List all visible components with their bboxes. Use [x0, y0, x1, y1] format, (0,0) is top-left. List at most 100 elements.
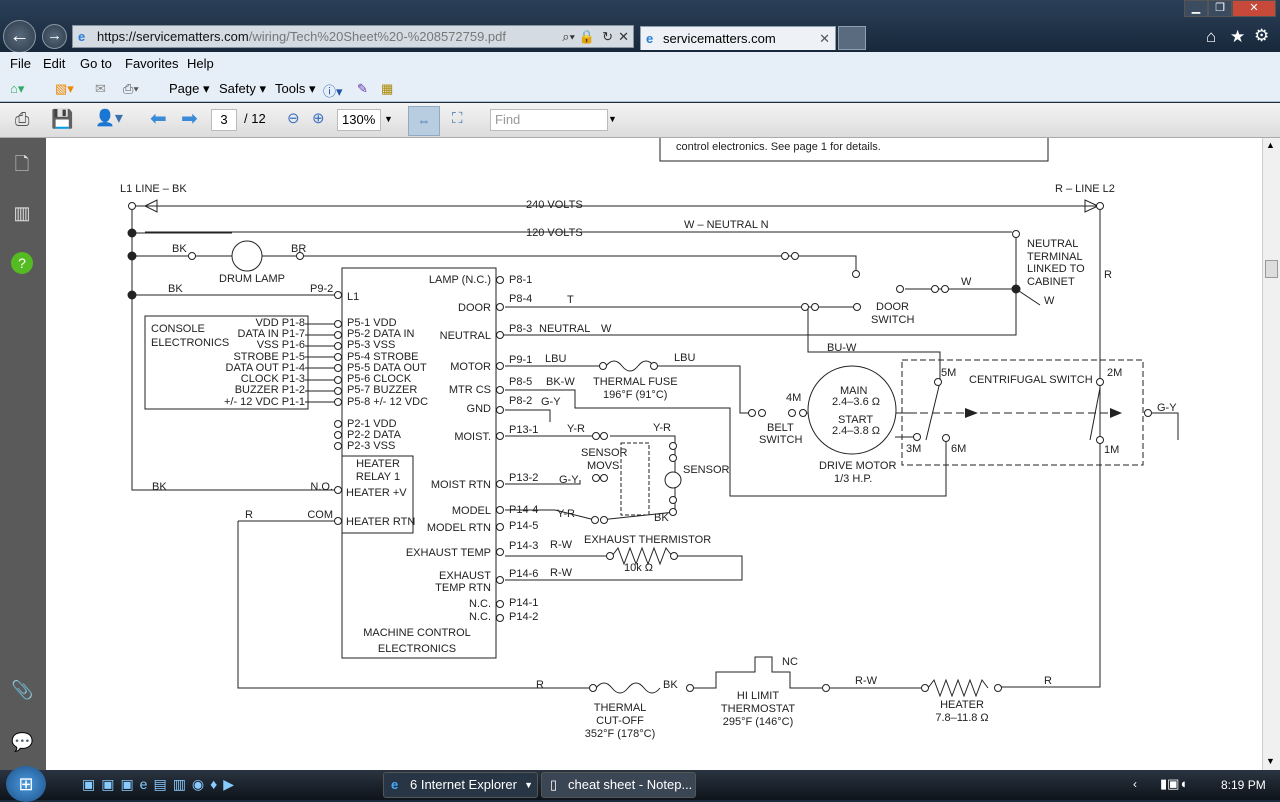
junction-dot — [1011, 284, 1021, 294]
diagram-label: LAMP (N.C.) — [429, 274, 491, 286]
menu-edit[interactable]: Edit — [43, 56, 65, 71]
diagram-label: R-W — [550, 567, 573, 579]
help-icon[interactable]: ? — [11, 252, 33, 274]
search-icon[interactable]: ⌕▾ — [562, 26, 575, 47]
chevron-down-icon[interactable]: ▼ — [524, 773, 533, 797]
vertical-scrollbar[interactable]: ▲ ▼ — [1262, 138, 1280, 770]
home-icon[interactable]: ⌂ — [1206, 27, 1216, 47]
menu-favorites[interactable]: Favorites — [125, 56, 178, 71]
zoom-level-input[interactable]: 130% — [337, 109, 381, 131]
zoom-dropdown-icon[interactable]: ▼ — [384, 109, 393, 131]
terminal — [942, 434, 950, 442]
find-input[interactable]: Find — [490, 109, 608, 131]
mail-icon[interactable]: ✉ — [95, 81, 106, 97]
quicklaunch-icons[interactable]: ▣▣▣e▤▥◉♦▶ — [82, 776, 240, 793]
print-icon[interactable]: ⎙ — [15, 109, 29, 131]
fit-page-icon[interactable]: ⛶ — [452, 109, 463, 131]
close-tab-icon[interactable]: ✕ — [819, 27, 830, 50]
zoom-in-icon[interactable]: ⊕ — [312, 109, 325, 131]
menu-goto[interactable]: Go to — [80, 56, 112, 71]
diagram-label: MTR CS — [449, 384, 491, 396]
diagram-label: 295°F (146°C) — [723, 716, 794, 728]
diagram-label: 1/3 H.P. — [834, 473, 872, 485]
pages-icon[interactable]: 🗋 — [11, 152, 33, 174]
junction-dot — [127, 228, 137, 238]
diagram-label: CENTRIFUGAL SWITCH — [969, 374, 1093, 386]
terminal — [334, 353, 342, 361]
diagram-label: CONSOLE — [151, 323, 205, 335]
diagram-label: BK — [168, 283, 183, 295]
taskbar-internet-explorer[interactable]: e 6 Internet Explorer ▼ — [383, 772, 538, 798]
clock[interactable]: 8:19 PM — [1221, 778, 1266, 792]
diagram-label: 3M — [906, 443, 921, 455]
save-icon[interactable]: 💾 — [51, 109, 73, 131]
scroll-up-icon[interactable]: ▲ — [1266, 140, 1275, 150]
favorites-star-icon[interactable]: ★ — [1230, 27, 1245, 47]
maximize-button[interactable]: ❐ — [1208, 0, 1232, 17]
diagram-label: P9-1 — [509, 354, 532, 366]
scroll-down-icon[interactable]: ▼ — [1266, 756, 1275, 766]
next-page-icon[interactable]: ➡ — [181, 109, 198, 131]
taskbar-notepad[interactable]: ▯ cheat sheet - Notep... — [541, 772, 696, 798]
diagram-label: DOOR — [458, 302, 491, 314]
minimize-button[interactable]: ▁ — [1184, 0, 1208, 17]
pdf-sidebar: 🗋 ▥ ? 📎 💬 — [0, 138, 46, 770]
safety-menu[interactable]: Safety ▾ — [219, 81, 266, 97]
print-icon[interactable]: ⎙▾ — [123, 81, 139, 97]
terminal — [1144, 409, 1152, 417]
stop-icon[interactable]: ✕ — [618, 26, 629, 47]
forward-button[interactable]: → — [42, 24, 67, 49]
page-number-input[interactable]: 3 — [211, 109, 237, 131]
diagram-label: +/- 12 VDC P1-1 — [224, 396, 305, 408]
close-window-button[interactable]: ✕ — [1232, 0, 1276, 17]
tray-expand-icon[interactable]: ‹ — [1133, 777, 1137, 791]
start-button[interactable]: ⊞ — [6, 766, 46, 802]
feeds-icon[interactable]: ▧▾ — [55, 81, 74, 97]
terminal — [334, 342, 342, 350]
new-tab-button[interactable] — [838, 26, 866, 50]
wire — [690, 656, 822, 689]
terminal — [913, 433, 921, 441]
diagram-label: 120 VOLTS — [526, 227, 583, 239]
bookmarks-icon[interactable]: ▥ — [11, 203, 33, 225]
terminal — [334, 398, 342, 406]
thermal-fuse-symbol — [605, 360, 655, 372]
wire — [505, 409, 551, 422]
settings-gear-icon[interactable]: ⚙ — [1254, 26, 1269, 46]
terminal — [606, 552, 614, 560]
find-dropdown-icon[interactable]: ▼ — [608, 109, 617, 131]
help-icon[interactable]: ⓘ▾ — [323, 81, 343, 100]
terminal — [334, 517, 342, 525]
zoom-out-icon[interactable]: ⊖ — [287, 109, 300, 131]
addon-icon[interactable]: ▦ — [381, 81, 393, 97]
diagram-label: P8-2 — [509, 395, 532, 407]
diagram-label: P8-5 — [509, 376, 532, 388]
refresh-icon[interactable]: ↻ — [602, 26, 613, 47]
attachment-icon[interactable]: 📎 — [11, 680, 33, 702]
research-icon[interactable]: ✎ — [357, 81, 368, 97]
fit-width-button[interactable]: ⇔ — [408, 106, 440, 136]
tray-icons[interactable]: ▮▣◖ — [1160, 776, 1187, 792]
comments-icon[interactable]: 💬 — [11, 732, 33, 754]
diagram-label: MOTOR — [450, 361, 491, 373]
diagram-label: R — [1104, 269, 1112, 281]
tools-menu[interactable]: Tools ▾ — [275, 81, 316, 97]
diagram-label: CABINET — [1027, 276, 1075, 288]
terminal — [748, 409, 756, 417]
scroll-thumb[interactable] — [1265, 260, 1278, 278]
previous-page-icon[interactable]: ⬅ — [150, 109, 167, 131]
menu-file[interactable]: File — [10, 56, 31, 71]
diagram-label: 352°F (178°C) — [585, 728, 656, 740]
back-button[interactable]: ← — [3, 20, 36, 53]
address-bar[interactable]: e https://servicematters.com/wiring/Tech… — [72, 25, 634, 48]
tab-servicematters[interactable]: e servicematters.com ✕ — [640, 26, 836, 50]
page-menu[interactable]: Page ▾ — [169, 81, 210, 97]
share-icon[interactable]: 👤▾ — [95, 109, 123, 131]
terminal — [128, 202, 136, 210]
menu-help[interactable]: Help — [187, 56, 214, 71]
terminal — [496, 303, 504, 311]
diagram-label: TEMP RTN — [435, 582, 491, 594]
terminal — [496, 386, 504, 394]
home-icon[interactable]: ⌂▾ — [10, 81, 24, 97]
terminal — [1096, 436, 1104, 444]
